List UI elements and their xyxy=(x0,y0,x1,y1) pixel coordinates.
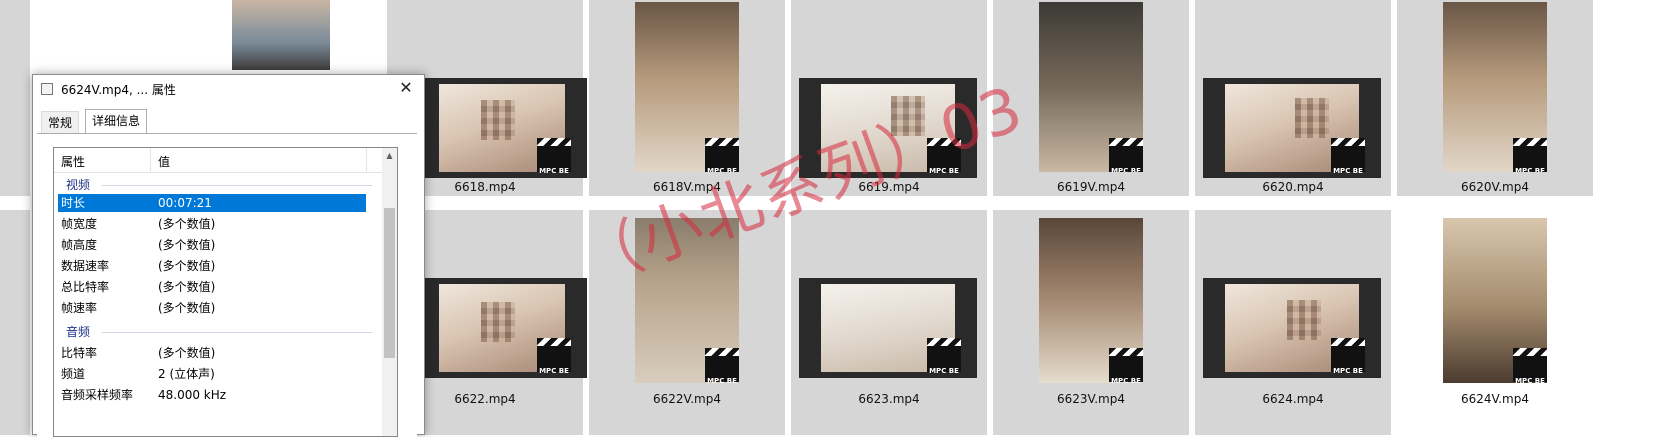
property-name: 数据速率 xyxy=(61,259,110,273)
video-thumbnail: MPC BE xyxy=(1203,278,1381,378)
property-name: 频道 xyxy=(61,367,86,381)
tab-general[interactable]: 常规 xyxy=(41,111,80,134)
mpc-be-icon: MPC BE xyxy=(1109,138,1143,172)
scrollbar-thumb[interactable] xyxy=(384,208,395,358)
vertical-scrollbar[interactable]: ▲ xyxy=(382,148,397,436)
file-tile[interactable]: MPC BE 6623V.mp4 xyxy=(993,210,1189,435)
file-name: 6624.mp4 xyxy=(1262,392,1324,406)
column-divider[interactable] xyxy=(366,148,367,172)
mpc-be-icon: MPC BE xyxy=(1331,138,1365,175)
property-row[interactable]: 帧宽度 (多个数值) xyxy=(58,215,366,233)
file-name: 6620.mp4 xyxy=(1262,180,1324,194)
mpc-be-icon: MPC BE xyxy=(1513,348,1547,383)
properties-dialog: 6624V.mp4, ... 属性 ✕ 常规 详细信息 属性 值 视频 时长 0… xyxy=(32,74,425,437)
file-tile-partial[interactable] xyxy=(0,210,30,435)
mosaic-blur xyxy=(481,100,515,140)
file-name: 6624V.mp4 xyxy=(1461,392,1529,406)
property-value: 48.000 kHz xyxy=(158,388,227,402)
mosaic-blur xyxy=(1295,98,1329,138)
close-icon[interactable]: ✕ xyxy=(396,78,416,98)
property-row[interactable]: 数据速率 (多个数值) xyxy=(58,257,366,275)
property-value: 00:07:21 xyxy=(158,196,212,210)
file-tile[interactable]: MPC BE 6619V.mp4 xyxy=(993,0,1189,196)
file-name: 6623.mp4 xyxy=(858,392,920,406)
property-list[interactable]: 属性 值 视频 时长 00:07:21 帧宽度 (多个数值) 帧高度 (多个数值… xyxy=(53,147,398,437)
file-name: 6619V.mp4 xyxy=(1057,180,1125,194)
property-name: 帧速率 xyxy=(61,301,98,315)
property-name: 总比特率 xyxy=(61,280,110,294)
property-row-selected[interactable]: 时长 00:07:21 xyxy=(58,194,366,212)
property-name: 帧宽度 xyxy=(61,217,98,231)
mpc-be-icon: MPC BE xyxy=(705,348,739,383)
details-panel: 属性 值 视频 时长 00:07:21 帧宽度 (多个数值) 帧高度 (多个数值… xyxy=(37,133,417,437)
property-name: 帧高度 xyxy=(61,238,98,252)
mosaic-blur xyxy=(1287,300,1321,340)
property-value: (多个数值) xyxy=(158,301,216,315)
property-name: 音频采样频率 xyxy=(61,388,134,402)
file-tile-partial[interactable] xyxy=(0,0,30,196)
property-row[interactable]: 帧高度 (多个数值) xyxy=(58,236,366,254)
property-row[interactable]: 频道 2 (立体声) xyxy=(58,365,366,383)
dialog-tabs: 常规 详细信息 xyxy=(37,109,417,134)
column-header-value[interactable]: 值 xyxy=(158,153,170,170)
scroll-up-icon[interactable]: ▲ xyxy=(382,148,397,164)
property-value: (多个数值) xyxy=(158,238,216,252)
property-value: (多个数值) xyxy=(158,346,216,360)
video-thumbnail xyxy=(232,0,330,70)
property-row[interactable]: 总比特率 (多个数值) xyxy=(58,278,366,296)
video-thumbnail: MPC BE xyxy=(1039,218,1143,383)
column-header-property[interactable]: 属性 xyxy=(61,153,85,170)
file-name: 6622V.mp4 xyxy=(653,392,721,406)
video-thumbnail: MPC BE xyxy=(635,2,739,172)
property-value: (多个数值) xyxy=(158,280,216,294)
file-tile[interactable]: MPC BE 6620.mp4 xyxy=(1195,0,1391,196)
file-tile[interactable]: MPC BE 6623.mp4 xyxy=(791,210,987,435)
tab-details[interactable]: 详细信息 xyxy=(85,109,148,134)
group-divider xyxy=(102,185,372,186)
group-label-audio: 音频 xyxy=(66,325,91,339)
mpc-be-icon: MPC BE xyxy=(1109,348,1143,383)
file-tile-partial[interactable] xyxy=(182,0,378,70)
video-thumbnail: MPC BE xyxy=(417,78,587,178)
list-header: 属性 值 xyxy=(54,148,384,173)
mpc-be-icon: MPC BE xyxy=(1331,338,1365,375)
property-value: (多个数值) xyxy=(158,217,216,231)
mpc-be-icon: MPC BE xyxy=(1513,138,1547,172)
property-name: 比特率 xyxy=(61,346,98,360)
property-row[interactable]: 音频采样频率 48.000 kHz xyxy=(58,386,366,404)
video-thumbnail: MPC BE xyxy=(1443,218,1547,383)
file-tile[interactable]: MPC BE 6624.mp4 xyxy=(1195,210,1391,435)
mpc-be-icon: MPC BE xyxy=(927,338,961,375)
mpc-be-icon: MPC BE xyxy=(537,138,571,175)
group-label-video: 视频 xyxy=(66,178,91,192)
property-row[interactable]: 帧速率 (多个数值) xyxy=(58,299,366,317)
property-name: 时长 xyxy=(61,196,86,210)
video-thumbnail: MPC BE xyxy=(1203,78,1381,178)
property-value: 2 (立体声) xyxy=(158,367,215,381)
property-row[interactable]: 比特率 (多个数值) xyxy=(58,344,366,362)
video-thumbnail: MPC BE xyxy=(1039,2,1143,172)
file-name: 6623V.mp4 xyxy=(1057,392,1125,406)
file-icon xyxy=(41,83,53,95)
video-thumbnail: MPC BE xyxy=(1443,2,1547,172)
dialog-title: 6624V.mp4, ... 属性 xyxy=(61,83,176,97)
video-thumbnail: MPC BE xyxy=(799,278,977,378)
file-name: 6620V.mp4 xyxy=(1461,180,1529,194)
mpc-be-icon: MPC BE xyxy=(537,338,571,375)
column-divider[interactable] xyxy=(150,148,151,172)
dialog-titlebar[interactable]: 6624V.mp4, ... 属性 ✕ xyxy=(33,75,424,103)
file-tile[interactable]: MPC BE 6624V.mp4 xyxy=(1397,210,1593,435)
group-divider xyxy=(102,332,372,333)
property-value: (多个数值) xyxy=(158,259,216,273)
video-thumbnail: MPC BE xyxy=(417,278,587,378)
file-tile[interactable]: MPC BE 6620V.mp4 xyxy=(1397,0,1593,196)
mosaic-blur xyxy=(481,302,515,342)
